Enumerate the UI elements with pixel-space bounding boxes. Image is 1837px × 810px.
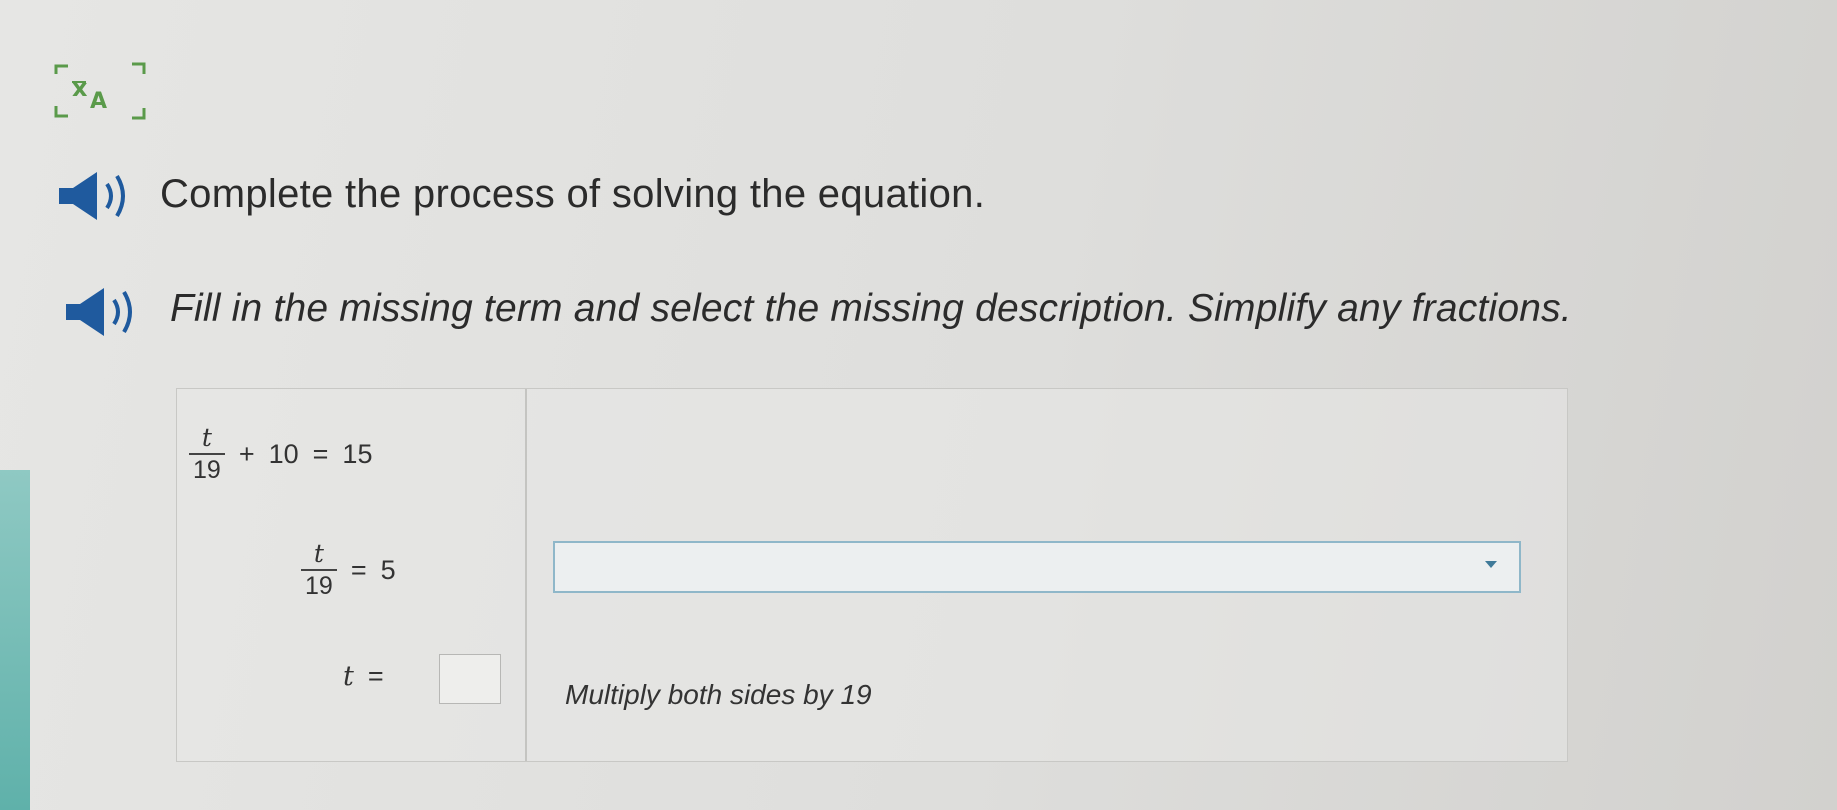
term: 10 (268, 438, 299, 469)
read-aloud-button-1[interactable] (55, 168, 135, 224)
operator: + (238, 438, 255, 469)
svg-text:x: x (72, 74, 88, 102)
column-divider (525, 389, 527, 761)
denominator: 19 (301, 569, 337, 601)
speaker-icon (66, 288, 132, 336)
variable: t (343, 661, 354, 692)
translate-button[interactable]: x A (50, 60, 150, 122)
fraction: t 19 (301, 539, 337, 601)
equals-sign: = (367, 661, 384, 691)
svg-text:A: A (90, 89, 107, 114)
instruction-text: Complete the process of solving the equa… (160, 172, 986, 216)
description-dropdown[interactable] (553, 541, 1521, 593)
solution-steps-table: t 19 + 10 = 15 t 19 = 5 t = Multiply bot… (176, 388, 1568, 762)
equation-step-3: t = (343, 661, 398, 692)
speaker-icon (59, 172, 125, 220)
translate-icon: x A (54, 62, 146, 120)
chevron-down-icon (1485, 561, 1497, 568)
numerator: t (201, 423, 212, 452)
equals-sign: = (312, 438, 329, 469)
step-description: Multiply both sides by 19 (565, 679, 872, 710)
fraction: t 19 (189, 423, 225, 485)
read-aloud-button-2[interactable] (62, 284, 142, 340)
denominator: 19 (189, 453, 225, 485)
right-hand-side: 5 (380, 554, 396, 585)
equation-step-2: t 19 = 5 (301, 539, 410, 601)
subinstruction-text: Fill in the missing term and select the … (170, 287, 1572, 330)
numerator: t (313, 539, 324, 568)
answer-input-box[interactable] (439, 654, 501, 704)
equation-step-1: t 19 + 10 = 15 (189, 423, 386, 485)
left-edge-strip (0, 470, 30, 810)
right-hand-side: 15 (342, 438, 373, 469)
equals-sign: = (350, 554, 367, 585)
